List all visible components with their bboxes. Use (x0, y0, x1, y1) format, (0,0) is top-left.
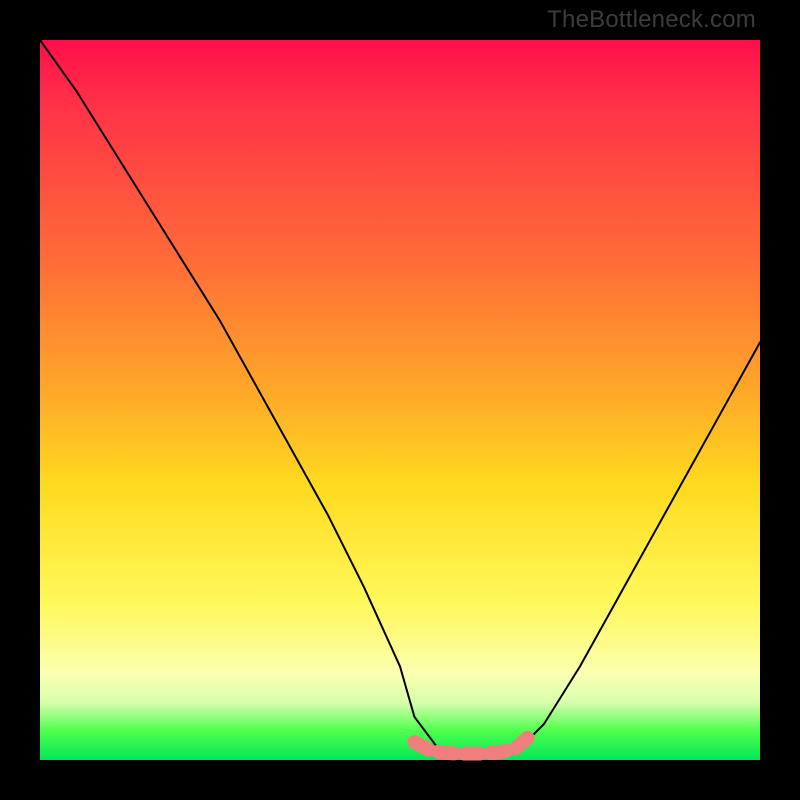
chart-frame: TheBottleneck.com (0, 0, 800, 800)
watermark-text: TheBottleneck.com (547, 6, 756, 34)
plot-gradient-area (40, 40, 760, 760)
mismatch-curve-line (40, 40, 760, 753)
chart-svg (40, 40, 760, 760)
